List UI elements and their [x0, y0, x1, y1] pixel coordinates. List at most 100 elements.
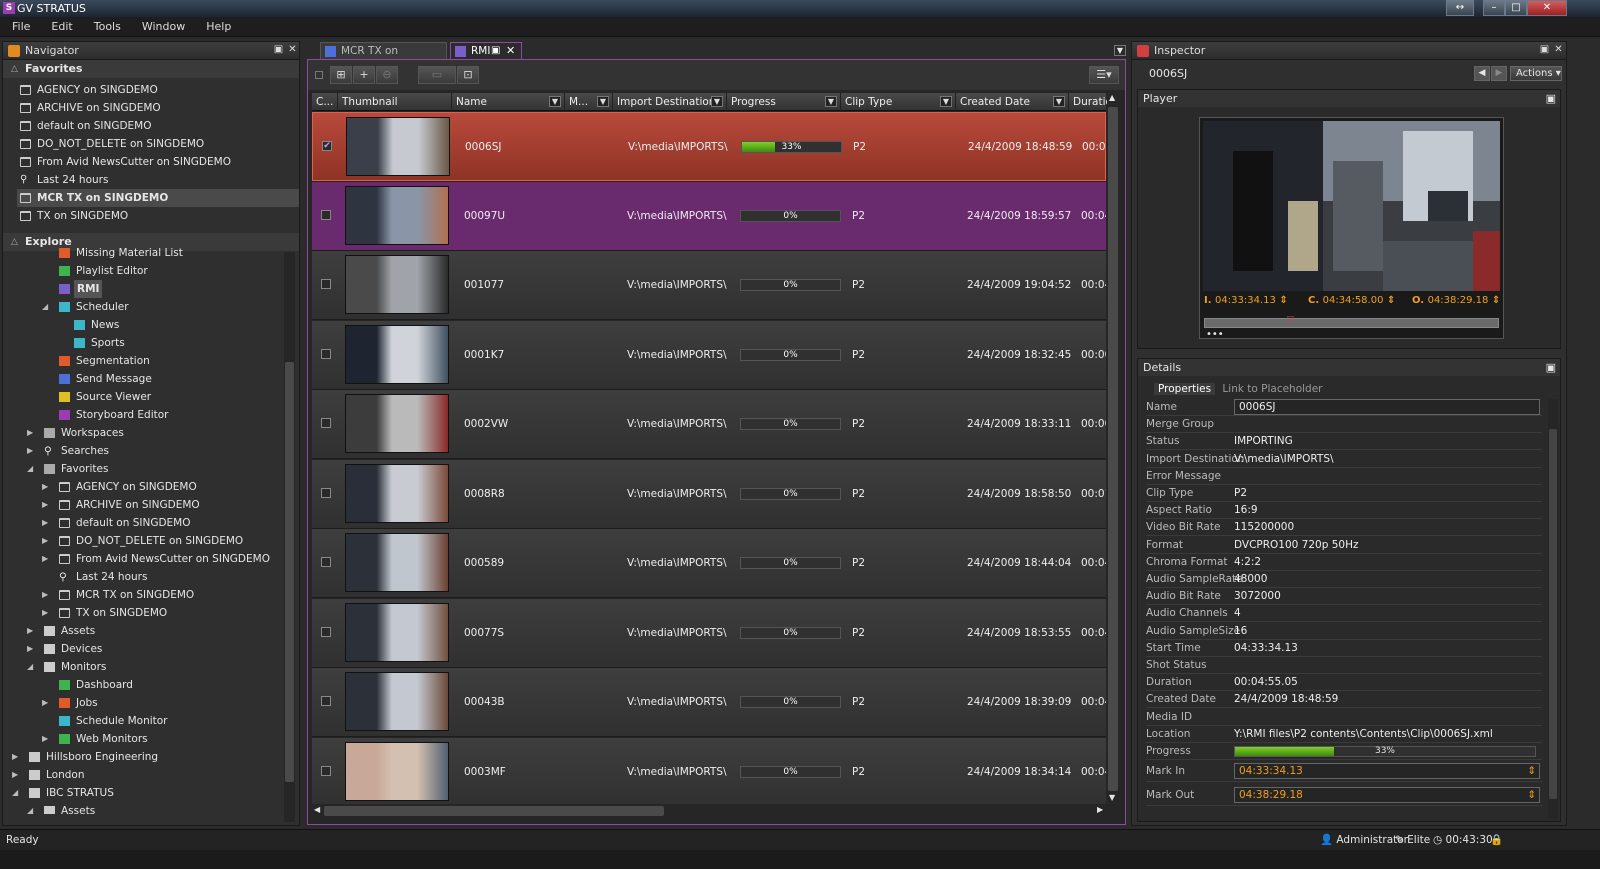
expand-icon[interactable]: ▶: [42, 496, 48, 514]
maximize-button[interactable]: □: [1505, 0, 1527, 16]
clip-thumbnail[interactable]: [345, 463, 449, 523]
menu-edit[interactable]: Edit: [39, 17, 81, 33]
tree-item[interactable]: Missing Material List: [6, 244, 284, 262]
column-header[interactable]: Name ▼: [452, 93, 565, 111]
favorite-item[interactable]: AGENCY on SINGDEMO: [17, 81, 299, 99]
tree-item[interactable]: ◢ IBC STRATUS: [6, 784, 284, 802]
float-player-icon[interactable]: ▣: [1546, 90, 1556, 107]
lock-icon[interactable]: 🔒: [1490, 830, 1503, 850]
tree-item[interactable]: ▶ Workspaces: [6, 424, 284, 442]
table-row[interactable]: 0008R8 V:\media\IMPORTS\ P2 24/4/2009 18:58…: [312, 459, 1106, 529]
collapse-icon[interactable]: ◢: [27, 802, 33, 814]
tree-item[interactable]: Send Message: [6, 370, 284, 388]
clip-thumbnail[interactable]: [346, 117, 450, 176]
clip-thumbnail[interactable]: [345, 533, 449, 592]
tree-item[interactable]: ▶ Hillsboro Engineering: [6, 748, 284, 766]
collapse-icon[interactable]: ◢: [27, 658, 33, 676]
favorite-item[interactable]: From Avid NewsCutter on SINGDEMO: [17, 153, 299, 171]
favorite-item[interactable]: DO_NOT_DELETE on SINGDEMO: [17, 135, 299, 153]
add-icon[interactable]: +: [353, 66, 375, 84]
row-checkbox[interactable]: [321, 487, 331, 498]
expand-icon[interactable]: ▶: [42, 694, 48, 712]
folder-icon[interactable]: ▭: [418, 66, 456, 84]
tree-item[interactable]: ▶ Jobs: [6, 694, 284, 712]
spinner-icon[interactable]: ⇕: [1527, 788, 1536, 802]
menu-tools[interactable]: Tools: [82, 17, 130, 33]
table-row[interactable]: 00097U V:\media\IMPORTS\ P2 24/4/2009 18:59…: [312, 181, 1106, 251]
favorites-section-header[interactable]: Favorites: [3, 60, 299, 78]
tab-properties[interactable]: Properties: [1154, 383, 1216, 395]
clip-thumbnail[interactable]: [345, 741, 449, 801]
menu-window[interactable]: Window: [130, 17, 194, 33]
tree-item[interactable]: ▶ default on SINGDEMO: [6, 514, 284, 532]
float-details-icon[interactable]: ▣: [1546, 359, 1556, 376]
menu-help[interactable]: Help: [194, 17, 240, 33]
row-checkbox[interactable]: [321, 626, 331, 637]
row-checkbox[interactable]: [321, 209, 331, 220]
scrub-bar[interactable]: ▽: [1204, 315, 1499, 328]
grid-scroll-thumb[interactable]: [1108, 107, 1118, 791]
collapse-icon[interactable]: ◢: [27, 460, 33, 478]
tree-item[interactable]: ▶ AGENCY on SINGDEMO: [6, 478, 284, 496]
expand-icon[interactable]: ▶: [42, 550, 48, 568]
menu-file[interactable]: File: [0, 17, 39, 33]
float-panel-icon[interactable]: ▣: [273, 44, 284, 55]
clip-thumbnail[interactable]: [345, 394, 449, 453]
collapse-icon[interactable]: ◢: [42, 298, 48, 316]
column-header[interactable]: Clip Type ▼: [841, 93, 956, 111]
current-tc[interactable]: C. 04:34:58.00 ⇕: [1308, 295, 1395, 306]
column-header[interactable]: Import Destination ▼: [613, 93, 727, 111]
close-panel-icon[interactable]: ✕: [1553, 44, 1564, 55]
clip-thumbnail[interactable]: [345, 324, 449, 384]
more-icon[interactable]: •••: [1206, 329, 1224, 340]
table-row[interactable]: 000589 V:\media\IMPORTS\ P2 24/4/2009 18:44…: [312, 529, 1106, 598]
spinner-icon[interactable]: ⇕: [1527, 764, 1536, 778]
table-row[interactable]: 00043B V:\media\IMPORTS\ P2 24/4/2009 18:39…: [312, 668, 1106, 737]
scroll-up-icon[interactable]: ▲: [1109, 93, 1115, 102]
filter-icon[interactable]: ▼: [825, 96, 837, 107]
scroll-right-icon[interactable]: ▶: [1097, 805, 1103, 814]
row-checkbox[interactable]: [321, 279, 331, 289]
favorite-item[interactable]: ⚲ Last 24 hours: [17, 171, 299, 189]
actions-button[interactable]: Actions ▾: [1510, 66, 1562, 81]
tree-item[interactable]: ▶ Devices: [6, 640, 284, 658]
favorite-item[interactable]: ARCHIVE on SINGDEMO: [17, 99, 299, 117]
tab-link-to-placeholder[interactable]: Link to Placeholder: [1218, 383, 1326, 395]
clip-thumbnail[interactable]: [345, 672, 449, 731]
clip-thumbnail[interactable]: [345, 255, 449, 314]
table-row[interactable]: 001077 V:\media\IMPORTS\ P2 24/4/2009 19:04…: [312, 251, 1106, 320]
filter-icon[interactable]: ▼: [597, 96, 609, 107]
filter-icon[interactable]: ▼: [549, 96, 561, 107]
clip-thumbnail[interactable]: [345, 185, 449, 245]
column-header[interactable]: C...: [312, 93, 338, 111]
tree-item[interactable]: ◢ Favorites: [6, 460, 284, 478]
tree-item[interactable]: RMI: [6, 280, 284, 298]
collapse-icon[interactable]: ◢: [12, 784, 18, 802]
row-checkbox[interactable]: ✔: [322, 141, 332, 151]
clip-thumbnail[interactable]: [345, 602, 449, 662]
table-row[interactable]: 0001K7 V:\media\IMPORTS\ P2 24/4/2009 18:32…: [312, 320, 1106, 390]
column-header[interactable]: Thumbnail: [338, 93, 452, 111]
playhead-icon[interactable]: ▽: [1287, 315, 1294, 325]
expand-icon[interactable]: ▶: [12, 748, 18, 766]
tree-item[interactable]: ▶ MCR TX on SINGDEMO: [6, 586, 284, 604]
details-scrollbar[interactable]: [1548, 399, 1558, 819]
column-header[interactable]: Progress ▼: [727, 93, 841, 111]
expand-icon[interactable]: ▶: [42, 514, 48, 532]
tree-item[interactable]: ▶ Assets: [6, 622, 284, 640]
table-row[interactable]: 0002VW V:\media\IMPORTS\ P2 24/4/2009 18:33…: [312, 390, 1106, 459]
minimize-button[interactable]: –: [1483, 0, 1505, 16]
tree-item[interactable]: Storyboard Editor: [6, 406, 284, 424]
tree-item[interactable]: ▶ From Avid NewsCutter on SINGDEMO: [6, 550, 284, 568]
tree-item[interactable]: Segmentation: [6, 352, 284, 370]
favorite-item[interactable]: TX on SINGDEMO: [17, 207, 299, 225]
tab-mcr-tx[interactable]: MCR TX on SINGDEMO: [320, 42, 447, 73]
scroll-down-icon[interactable]: ▼: [1109, 793, 1115, 802]
filter-icon[interactable]: ▼: [940, 96, 952, 107]
column-header[interactable]: Created Date ▼: [956, 93, 1069, 111]
tree-item[interactable]: Playlist Editor: [6, 262, 284, 280]
tab-menu-icon[interactable]: ▼: [1114, 45, 1126, 56]
import-icon[interactable]: ⊞: [330, 66, 352, 84]
resize-icon[interactable]: ↔: [1446, 0, 1474, 16]
grid-vertical-scrollbar[interactable]: ▲ ▼: [1107, 93, 1119, 805]
